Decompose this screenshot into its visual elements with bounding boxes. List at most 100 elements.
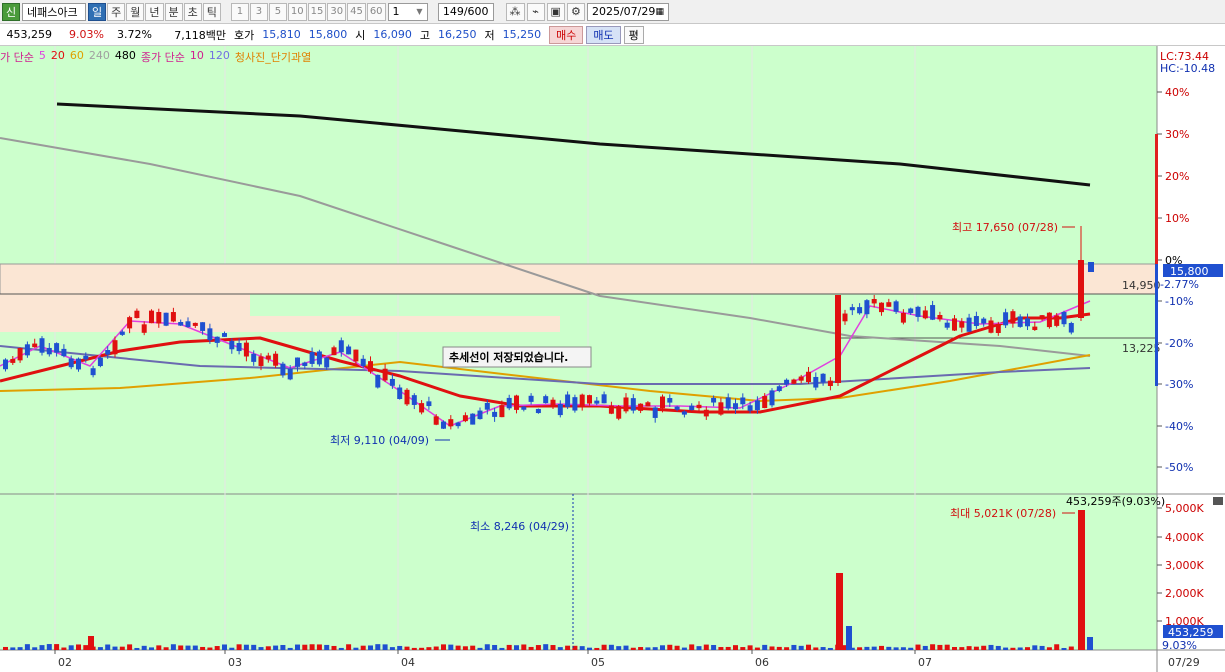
volume-bar (375, 644, 381, 650)
eval-button[interactable]: 평 (623, 25, 644, 44)
pct-tick-label: -20% (1165, 337, 1193, 350)
logo-icon: 신 (2, 2, 20, 21)
candle-body (1068, 322, 1074, 333)
candle-body (1025, 318, 1030, 327)
candle-body (747, 405, 753, 411)
candle-body (338, 340, 344, 353)
candle-body (1017, 316, 1023, 327)
candle-body (411, 395, 417, 405)
buy-button[interactable]: 매수 (549, 25, 584, 44)
volume-bar (462, 646, 468, 650)
stock-name-field[interactable]: 네패스아크 (22, 2, 86, 21)
interval-select[interactable]: 1 ▼ (387, 2, 428, 21)
candle-body (776, 386, 782, 392)
volume-bar (455, 645, 461, 650)
volume-bar (207, 647, 213, 650)
candle-body (185, 321, 191, 328)
volume-bar (506, 644, 512, 650)
candle-body (601, 394, 607, 404)
interval-button[interactable]: 15 (307, 2, 327, 21)
volume-value: 453,259 (6, 28, 53, 41)
trend-tool-icon[interactable]: ⌁ (526, 2, 545, 21)
candle-body (1003, 312, 1009, 326)
candle-body (667, 398, 673, 403)
candle-body (900, 312, 906, 323)
period-tab[interactable]: 년 (145, 2, 164, 21)
volume-bar (922, 645, 928, 650)
volume-bar (368, 645, 373, 650)
candle-body (849, 307, 855, 311)
volume-bar (988, 644, 994, 650)
candle-body (404, 389, 410, 405)
period-tab[interactable]: 주 (107, 2, 126, 21)
candle-body (141, 324, 147, 333)
trend-saved-text: 추세선이 저장되었습니다. (449, 350, 568, 364)
candle-body (813, 376, 819, 388)
volume-bar (433, 646, 439, 650)
candle-body (258, 356, 264, 366)
period-tab[interactable]: 분 (164, 2, 183, 21)
candle-body (32, 343, 38, 348)
interval-button[interactable]: 30 (327, 2, 347, 21)
candle-body (353, 349, 359, 362)
period-tab[interactable]: 월 (126, 2, 145, 21)
date-value: 2025/07/29 (591, 5, 656, 18)
interval-button[interactable]: 5 (268, 2, 287, 21)
volume-bar (798, 645, 804, 650)
period-tab[interactable]: 초 (183, 2, 202, 21)
volume-bar (273, 645, 279, 650)
candle-body (287, 368, 293, 380)
legend-ma-item: 60 (69, 49, 84, 62)
candle-body (718, 402, 724, 415)
candle-body (944, 322, 950, 328)
candle-body (725, 397, 731, 409)
interval-button[interactable]: 60 (366, 2, 386, 21)
volume-bar (791, 644, 797, 650)
period-tab[interactable]: 틱 (202, 2, 221, 21)
volume-bar (17, 647, 23, 650)
count-field[interactable]: 149/600 (437, 2, 494, 21)
quote-bar: 453,259 9.03% 3.72% 7,118백만 호가 15,810 15… (0, 24, 1225, 46)
calendar-icon: ▦ (655, 6, 664, 17)
vol-tick-label: 3,000K (1165, 559, 1204, 572)
date-field[interactable]: 2025/07/29 ▦ (586, 2, 669, 21)
candle-body (484, 402, 490, 410)
bid-price: 15,800 (308, 28, 348, 41)
candle-body (331, 347, 337, 356)
interval-button[interactable]: 45 (347, 2, 366, 21)
candle-body (499, 405, 505, 418)
x-tick-label: 02 (58, 656, 72, 669)
volume-bar (660, 645, 665, 650)
volume-bar (397, 645, 403, 650)
period-tab[interactable]: 일 (88, 2, 107, 21)
volume-bar (915, 644, 921, 650)
candle-body (236, 343, 242, 352)
sell-button[interactable]: 매도 (586, 25, 621, 44)
volume-bar (718, 647, 724, 650)
volume-bar (258, 647, 264, 650)
candle-body (557, 404, 563, 416)
candle-body (222, 333, 227, 337)
vol-max-annotation: 최대 5,021K (07/28) (950, 507, 1056, 520)
candle-body (280, 363, 286, 376)
high-label: 고 (419, 28, 430, 42)
volume-bar (295, 644, 300, 650)
volume-bar (127, 644, 133, 650)
candle-body (273, 353, 279, 366)
candle-body (871, 299, 877, 304)
volume-bar (88, 636, 94, 650)
save-icon[interactable]: ▣ (546, 2, 565, 21)
interval-button[interactable]: 1 (230, 2, 249, 21)
candle-settings-icon[interactable]: ⁂ (505, 2, 525, 21)
volume-bar (470, 645, 476, 650)
interval-button[interactable]: 10 (287, 2, 307, 21)
candle-body (192, 322, 198, 326)
volume-bar (550, 645, 556, 650)
volume-bar (265, 646, 271, 650)
interval-button[interactable]: 3 (249, 2, 268, 21)
stock-chart[interactable]: 14,950 13,225 02 03 04 05 06 07 07/29 40% 30% 20% 1… (0, 46, 1225, 672)
volume-bar (411, 647, 417, 650)
gear-icon[interactable]: ⚙ (566, 2, 585, 21)
volume-bar (302, 644, 308, 650)
candle-body (864, 300, 870, 315)
